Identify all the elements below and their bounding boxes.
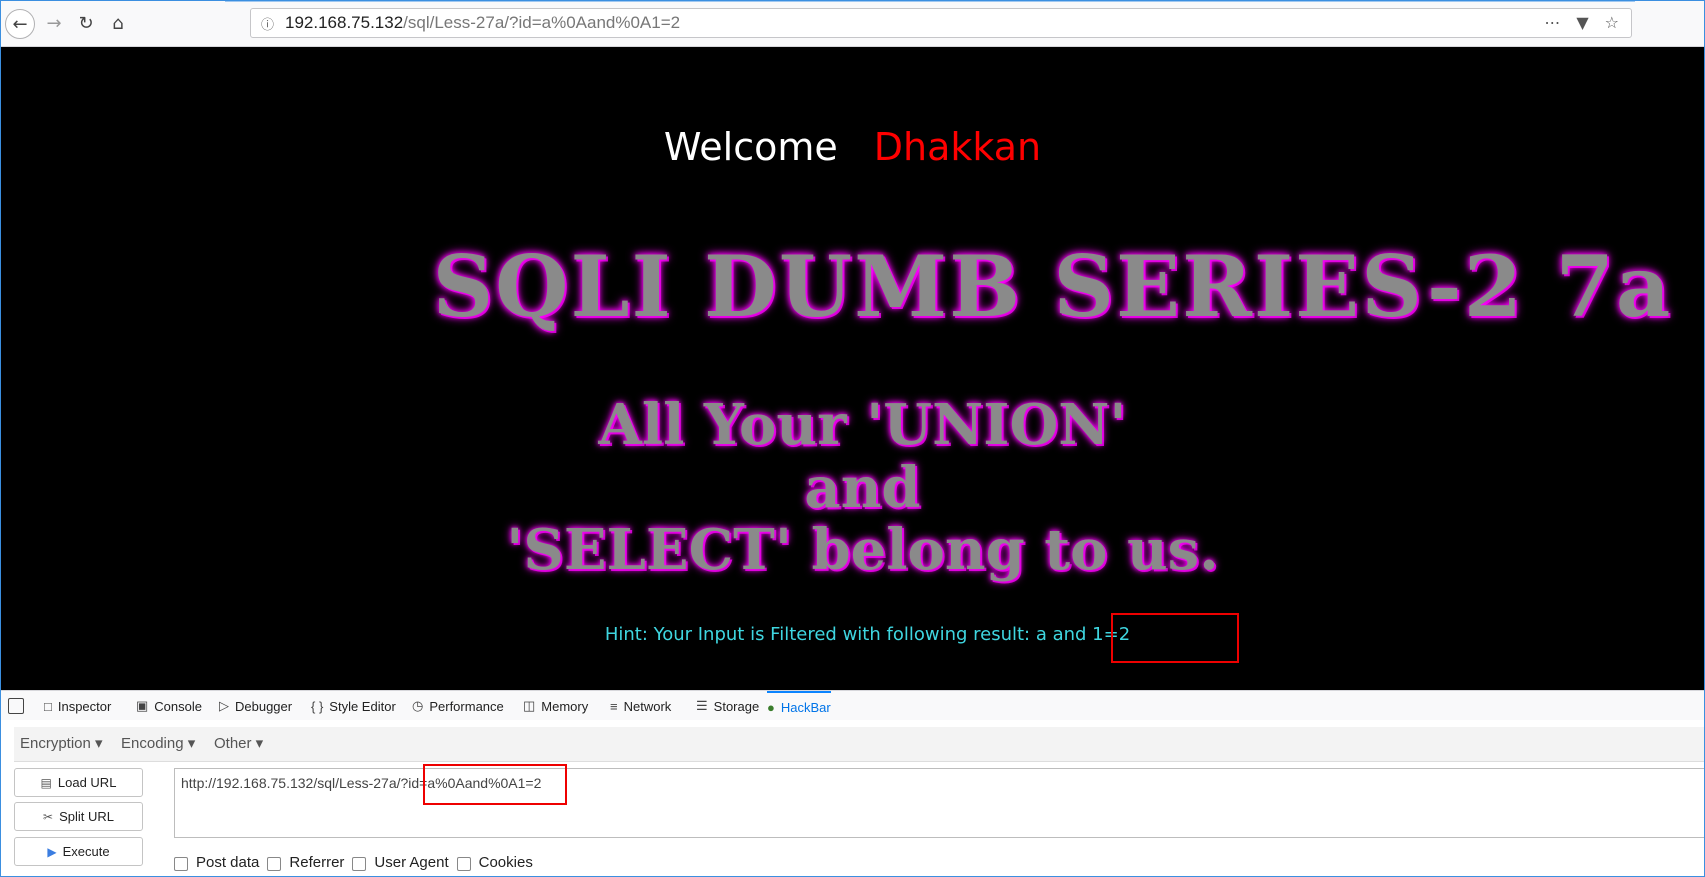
- back-button[interactable]: ←: [5, 9, 35, 39]
- tab-console[interactable]: ▣ Console: [136, 691, 202, 721]
- checkbox-label: Post data: [196, 854, 260, 871]
- checkbox-box: [174, 857, 188, 871]
- navigation-bar: ← → ↻ ⌂ ⓘ 192.168.75.132/sql/Less-27a/?i…: [0, 0, 1705, 47]
- checkbox-label: Referrer: [289, 854, 345, 871]
- tab-label: Debugger: [235, 698, 293, 714]
- tab-label: Storage: [713, 698, 760, 714]
- element-picker-icon[interactable]: [8, 698, 24, 714]
- tab-label: Network: [623, 698, 672, 714]
- load-url-icon: ▤: [40, 775, 52, 790]
- menu-other[interactable]: Other ▾: [214, 734, 263, 752]
- split-url-button[interactable]: ✂ Split URL: [14, 802, 143, 831]
- scissors-icon: ✂: [43, 809, 54, 824]
- cookies-checkbox[interactable]: Cookies: [456, 854, 533, 871]
- page-load-indicator: [225, 0, 1635, 2]
- welcome-line: Welcome Dhakkan: [1, 125, 1704, 169]
- pocket-icon[interactable]: ▼: [1576, 13, 1588, 32]
- page-content: Welcome Dhakkan SQLI DUMB SERIES-2 7a All…: [1, 47, 1704, 690]
- hackbar-panel: Encryption ▾ Encoding ▾ Other ▾ ▤ Load UR…: [0, 720, 1705, 877]
- forward-button[interactable]: →: [40, 9, 68, 37]
- tab-label: Performance: [429, 698, 504, 714]
- execute-button[interactable]: ▶ Execute: [14, 837, 143, 866]
- highlight-box-url: [423, 764, 567, 805]
- button-label: Split URL: [59, 809, 114, 824]
- tab-inspector[interactable]: □ Inspector: [44, 691, 111, 721]
- play-icon: ▶: [47, 844, 57, 859]
- tab-storage[interactable]: ☰ Storage: [696, 691, 759, 721]
- memory-icon: ◫: [523, 698, 536, 713]
- back-arrow-icon: ←: [12, 13, 28, 35]
- user-agent-checkbox[interactable]: User Agent: [352, 854, 449, 871]
- hint-text: Hint: Your Input is Filtered with follow…: [604, 624, 1131, 645]
- url-actions: ⋯ ▼ ☆: [1544, 13, 1619, 32]
- url-textarea[interactable]: http://192.168.75.132/sql/Less-27a/?id=a…: [174, 768, 1705, 838]
- tagline-line-2: and: [804, 455, 921, 521]
- url-text[interactable]: 192.168.75.132/sql/Less-27a/?id=a%0Aand%…: [285, 13, 680, 33]
- tab-memory[interactable]: ◫ Memory: [523, 691, 588, 721]
- url-path: /sql/Less-27a/?id=a%0Aand%0A1=2: [403, 13, 681, 32]
- tab-label: HackBar: [780, 699, 831, 715]
- hackbar-icon: ●: [767, 699, 775, 715]
- info-icon[interactable]: ⓘ: [261, 14, 274, 33]
- menu-label: Encryption: [20, 735, 91, 752]
- console-icon: ▣: [136, 698, 149, 713]
- checkbox-label: User Agent: [374, 854, 449, 871]
- menu-label: Encoding: [121, 735, 184, 752]
- button-label: Execute: [62, 844, 110, 859]
- checkbox-box: [267, 857, 282, 871]
- button-label: Load URL: [57, 775, 117, 790]
- tagline-line-3: 'SELECT' belong to us.: [506, 517, 1219, 583]
- welcome-text: Welcome: [663, 125, 838, 169]
- devtools-toolbar: □ Inspector ▣ Console ▷ Debugger { } Style E…: [0, 690, 1705, 722]
- tab-label: Style Editor: [329, 698, 396, 714]
- tab-style-editor[interactable]: { } Style Editor: [311, 691, 396, 721]
- referrer-checkbox[interactable]: Referrer: [267, 854, 344, 871]
- load-url-button[interactable]: ▤ Load URL: [14, 768, 143, 797]
- checkbox-box: [456, 857, 471, 871]
- reload-icon: ↻: [78, 12, 94, 34]
- url-bar[interactable]: ⓘ 192.168.75.132/sql/Less-27a/?id=a%0Aan…: [250, 8, 1632, 38]
- home-button[interactable]: ⌂: [104, 9, 132, 37]
- menu-encryption[interactable]: Encryption ▾: [20, 734, 103, 752]
- url-host: 192.168.75.132: [285, 13, 404, 32]
- tab-hackbar[interactable]: ● HackBar: [767, 691, 831, 721]
- tab-label: Inspector: [57, 698, 112, 714]
- hackbar-options: Post data Referrer User Agent Cookies: [174, 854, 541, 871]
- star-icon[interactable]: ☆: [1605, 13, 1619, 32]
- performance-icon: ◷: [412, 698, 424, 713]
- user-name: Dhakkan: [873, 125, 1042, 169]
- forward-arrow-icon: →: [46, 12, 62, 34]
- page-title: SQLI DUMB SERIES-2 7a: [432, 237, 1673, 336]
- network-icon: ≡: [610, 698, 618, 714]
- tab-performance[interactable]: ◷ Performance: [412, 691, 504, 721]
- checkbox-label: Cookies: [478, 854, 533, 871]
- checkbox-box: [352, 857, 367, 871]
- highlight-box-hint: [1111, 613, 1239, 663]
- tab-label: Console: [154, 698, 202, 714]
- hackbar-menu: Encryption ▾ Encoding ▾ Other ▾: [14, 727, 1705, 762]
- tab-label: Memory: [541, 698, 589, 714]
- tab-network[interactable]: ≡ Network: [610, 691, 671, 721]
- inspector-icon: □: [44, 698, 52, 714]
- storage-icon: ☰: [696, 698, 708, 713]
- tab-debugger[interactable]: ▷ Debugger: [219, 691, 292, 721]
- debugger-icon: ▷: [219, 698, 229, 713]
- post-data-checkbox[interactable]: Post data: [174, 854, 259, 871]
- home-icon: ⌂: [112, 12, 124, 34]
- menu-label: Other: [214, 735, 252, 752]
- more-icon[interactable]: ⋯: [1544, 13, 1560, 32]
- braces-icon: { }: [311, 698, 324, 714]
- menu-encoding[interactable]: Encoding ▾: [121, 734, 195, 752]
- reload-button[interactable]: ↻: [72, 9, 100, 37]
- tagline-line-1: All Your 'UNION': [598, 392, 1127, 458]
